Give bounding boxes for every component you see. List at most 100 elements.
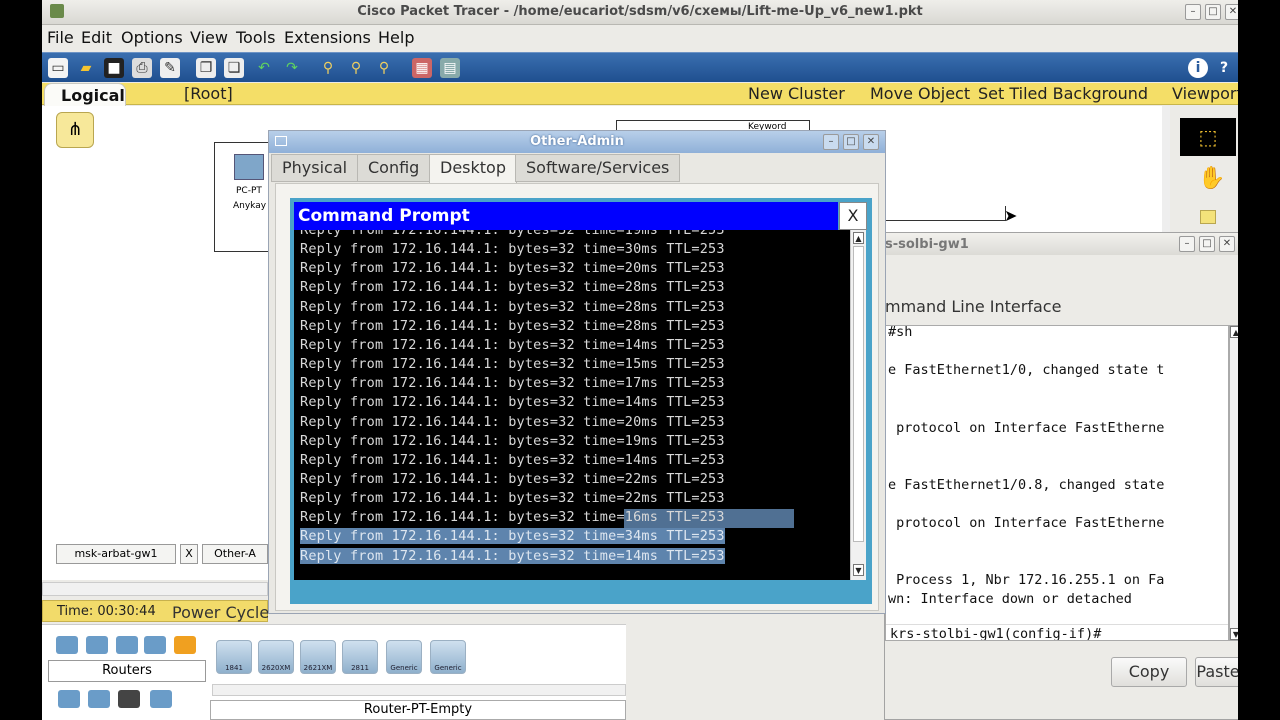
close-icon[interactable]: ✕ [1219, 236, 1235, 252]
tab-software-services[interactable]: Software/Services [515, 154, 681, 182]
new-file-icon[interactable]: ▭ [48, 58, 68, 78]
console-line: Reply from 172.16.144.1: bytes=32 time=1… [300, 547, 725, 564]
save-icon[interactable]: ■ [104, 58, 124, 78]
command-prompt-console[interactable]: Reply from 172.16.144.1: bytes=32 time=1… [294, 230, 850, 580]
device-scrollbar[interactable] [212, 684, 626, 696]
console-line: Reply from 172.16.144.1: bytes=32 time=2… [300, 317, 725, 334]
menu-options[interactable]: Options [121, 28, 183, 47]
select-tool-icon[interactable]: ⬚ [1180, 118, 1236, 156]
palette-icon[interactable]: ▦ [412, 58, 432, 78]
console-line: Reply from 172.16.144.1: bytes=32 time=2… [300, 490, 725, 507]
tab-close-button[interactable]: X [180, 544, 198, 564]
device-generic-2[interactable]: Generic [430, 640, 466, 674]
minimize-icon[interactable]: – [823, 134, 839, 150]
maximize-icon[interactable]: □ [1199, 236, 1215, 252]
scroll-down-icon[interactable]: ▼ [1230, 628, 1238, 640]
multiuser-icon[interactable] [150, 690, 172, 708]
menu-help[interactable]: Help [378, 28, 414, 47]
console-line: Reply from 172.16.144.1: bytes=32 time=1… [300, 230, 725, 238]
workspace-bar: [Root] New Cluster Move Object Set Tiled… [42, 83, 1238, 105]
menu-file[interactable]: File [47, 28, 74, 47]
tab-config[interactable]: Config [357, 154, 431, 182]
dialog-titlebar: Other-Admin – □ ✕ [269, 131, 885, 153]
note-tool-icon[interactable] [1200, 210, 1216, 224]
pc-icon[interactable] [234, 154, 264, 180]
question-icon[interactable]: ? [1214, 58, 1234, 78]
tab-desktop[interactable]: Desktop [429, 154, 517, 184]
copy-button[interactable]: Copy [1111, 657, 1187, 687]
minimize-icon[interactable]: – [1185, 4, 1201, 20]
wan-emu-icon[interactable] [88, 690, 110, 708]
paste-icon[interactable]: ❏ [224, 58, 244, 78]
console-line: Reply from 172.16.144.1: bytes=32 time=2… [300, 279, 725, 296]
console-line: Reply from 172.16.144.1: bytes=32 time=1… [300, 336, 725, 353]
command-prompt-title: Command Prompt [298, 206, 470, 226]
scroll-thumb[interactable] [853, 246, 864, 542]
console-line: Reply from 172.16.144.1: bytes=32 time=1… [300, 432, 725, 449]
cli-window-titlebar: s-solbi-gw1 – □ ✕ [885, 233, 1238, 255]
tab-msk-arbat-gw1[interactable]: msk-arbat-gw1 [56, 544, 176, 564]
end-device-icon[interactable] [58, 690, 80, 708]
hub-category-icon[interactable] [116, 636, 138, 654]
activity-wizard-icon[interactable]: ✎ [160, 58, 180, 78]
cmd-scrollbar[interactable]: ▲ ▼ [850, 230, 866, 580]
wireless-category-icon[interactable] [144, 636, 166, 654]
undo-icon[interactable]: ↶ [254, 58, 274, 78]
console-line: Reply from 172.16.144.1: bytes=32 time=1… [300, 451, 725, 468]
canvas-scrollbar-h[interactable] [42, 582, 268, 596]
cli-line: e FastEthernet1/0.8, changed state [888, 476, 1165, 493]
device-2621xm[interactable]: 2621XM [300, 640, 336, 674]
console-line: Reply from 172.16.144.1: bytes=32 time=2… [300, 298, 725, 315]
print-icon[interactable]: ⎙ [132, 58, 152, 78]
switch-category-icon[interactable] [86, 636, 108, 654]
power-cycle-button[interactable]: Power Cycle [172, 603, 269, 622]
navigation-icon[interactable]: ⋔ [56, 112, 94, 148]
menu-edit[interactable]: Edit [81, 28, 112, 47]
viewport-button[interactable]: Viewport [1172, 84, 1238, 103]
tab-other-admin[interactable]: Other-A [202, 544, 268, 564]
minimize-icon[interactable]: – [1179, 236, 1195, 252]
cli-window-title: s-solbi-gw1 [885, 237, 969, 252]
menu-view[interactable]: View [190, 28, 228, 47]
custom-device-icon[interactable]: ▤ [440, 58, 460, 78]
close-icon[interactable]: ✕ [1225, 4, 1238, 20]
open-folder-icon[interactable]: ▰ [76, 58, 96, 78]
zoom-out-icon[interactable]: ⚲ [374, 58, 394, 78]
cli-scrollbar[interactable]: ▲ ▼ [1229, 325, 1238, 641]
cli-prompt[interactable]: krs-stolbi-gw1(config-if)# [890, 626, 1101, 640]
redo-icon[interactable]: ↷ [282, 58, 302, 78]
tab-physical[interactable]: Physical [271, 154, 359, 182]
scroll-down-icon[interactable]: ▼ [853, 564, 864, 576]
device-generic-1[interactable]: Generic [386, 640, 422, 674]
scroll-up-icon[interactable]: ▲ [1230, 326, 1238, 338]
device-2620xm[interactable]: 2620XM [258, 640, 294, 674]
cli-line: e FastEthernet1/0, changed state t [888, 362, 1165, 379]
menu-tools[interactable]: Tools [236, 28, 275, 47]
time-display: Time: 00:30:44 [57, 604, 156, 619]
menu-extensions[interactable]: Extensions [284, 28, 371, 47]
device-2811[interactable]: 2811 [342, 640, 378, 674]
move-object-button[interactable]: Move Object [870, 84, 970, 103]
copy-icon[interactable]: ❐ [196, 58, 216, 78]
zoom-reset-icon[interactable]: ⚲ [346, 58, 366, 78]
hand-tool-icon[interactable]: ✋ [1198, 166, 1225, 191]
info-icon[interactable]: i [1188, 58, 1208, 78]
custom-device-icon[interactable] [118, 690, 140, 708]
category-label-text: Routers [102, 663, 152, 678]
close-icon[interactable]: X [839, 202, 867, 230]
router-cli-window: s-solbi-gw1 – □ ✕ mmand Line Interface #… [884, 232, 1238, 720]
router-category-icon[interactable] [56, 636, 78, 654]
zoom-in-icon[interactable]: ⚲ [318, 58, 338, 78]
scroll-up-icon[interactable]: ▲ [853, 232, 864, 244]
maximize-icon[interactable]: □ [1205, 4, 1221, 20]
maximize-icon[interactable]: □ [843, 134, 859, 150]
cli-console[interactable]: #sh e FastEthernet1/0, changed state t pr… [885, 325, 1229, 641]
paste-button[interactable]: Paste [1195, 657, 1238, 687]
connections-category-icon[interactable] [174, 636, 196, 654]
set-tiled-background-button[interactable]: Set Tiled Background [978, 84, 1148, 103]
tab-logical[interactable]: Logical [44, 83, 126, 107]
new-cluster-button[interactable]: New Cluster [748, 84, 845, 103]
console-line: Reply from 172.16.144.1: bytes=32 time=2… [300, 413, 725, 430]
device-1841[interactable]: 1841 [216, 640, 252, 674]
close-icon[interactable]: ✕ [863, 134, 879, 150]
